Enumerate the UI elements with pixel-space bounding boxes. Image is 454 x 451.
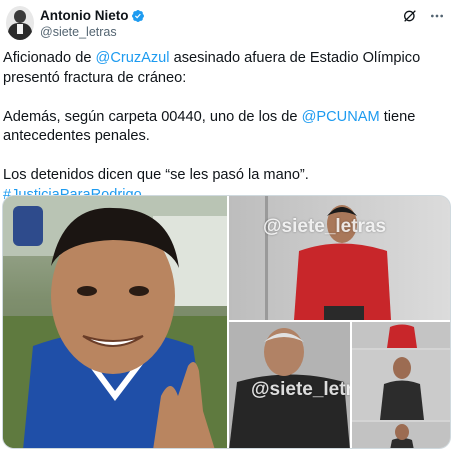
media-photo-detainee-2[interactable]: @siete_letras bbox=[229, 322, 350, 448]
watermark-bottom: @siete_letras bbox=[251, 379, 350, 400]
tweet-header: Antonio Nieto @siete_letras bbox=[6, 4, 446, 42]
tweet-text: Aficionado de @CruzAzul asesinado afuera… bbox=[3, 49, 448, 205]
photo-victim-drawing bbox=[3, 196, 227, 448]
tweet-paragraph-1: Aficionado de @CruzAzul asesinado afuera… bbox=[3, 50, 421, 86]
media-photo-victim[interactable] bbox=[3, 196, 227, 448]
header-actions bbox=[402, 8, 446, 24]
grok-icon[interactable] bbox=[402, 8, 418, 24]
photo-detainee-1-drawing bbox=[229, 196, 450, 320]
media-grid: @siete_letras @siete_letras bbox=[2, 195, 451, 449]
author-handle[interactable]: @siete_letras bbox=[40, 25, 117, 39]
media-photo-detainee-1[interactable]: @siete_letras bbox=[229, 196, 450, 320]
watermark-top: @siete_letras bbox=[263, 216, 387, 237]
mention-pcunam[interactable]: @PCUNAM bbox=[302, 109, 380, 125]
author-name[interactable]: Antonio Nieto bbox=[40, 8, 128, 23]
author-name-row: Antonio Nieto bbox=[40, 8, 145, 23]
photo-detainees-3-drawing bbox=[352, 322, 450, 448]
more-options-icon[interactable] bbox=[428, 8, 446, 24]
mention-cruzazul[interactable]: @CruzAzul bbox=[96, 50, 170, 66]
tweet-paragraph-2: Además, según carpeta 00440, uno de los … bbox=[3, 108, 416, 145]
verified-badge-icon bbox=[132, 9, 145, 22]
media-photo-detainees-3[interactable] bbox=[352, 322, 450, 448]
avatar[interactable] bbox=[6, 6, 34, 40]
